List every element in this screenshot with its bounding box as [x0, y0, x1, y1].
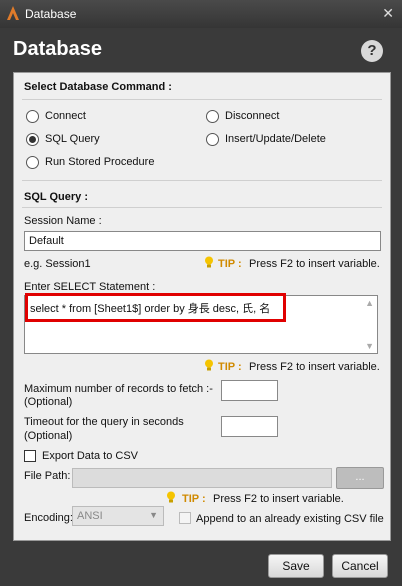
command-section-title: Select Database Command :	[24, 81, 172, 93]
radio-disconnect-label: Disconnect	[225, 110, 280, 122]
export-csv-label: Export Data to CSV	[42, 450, 138, 462]
tip-label: TIP :	[218, 258, 242, 270]
export-csv-checkbox[interactable]	[24, 450, 36, 462]
chevron-down-icon: ▼	[149, 510, 158, 520]
divider	[22, 99, 382, 100]
browse-button[interactable]: ...	[336, 467, 384, 489]
append-csv-checkbox[interactable]	[179, 512, 191, 524]
timeout-label: Timeout for the query in seconds	[24, 416, 184, 428]
lightbulb-icon	[167, 491, 175, 503]
append-csv-label: Append to an already existing CSV file	[196, 513, 384, 525]
max-records-input[interactable]	[221, 380, 278, 401]
title-bar: Database ✕	[0, 0, 402, 29]
tip-label: TIP :	[182, 493, 206, 505]
help-icon[interactable]: ?	[361, 40, 383, 62]
cancel-button[interactable]: Cancel	[332, 554, 388, 578]
lightbulb-icon	[205, 256, 213, 268]
divider	[22, 180, 382, 181]
encoding-select[interactable]: ANSI ▼	[72, 506, 164, 526]
radio-disconnect[interactable]	[206, 110, 219, 123]
tip-text: Press F2 to insert variable.	[213, 493, 344, 505]
encoding-value: ANSI	[77, 510, 103, 522]
highlight-box	[25, 293, 286, 322]
sql-section-title: SQL Query :	[24, 191, 88, 203]
window-title: Database	[25, 7, 77, 21]
radio-run-stored-procedure-label: Run Stored Procedure	[45, 156, 155, 168]
lightbulb-icon	[205, 359, 213, 371]
scroll-down-icon[interactable]: ▼	[365, 341, 374, 351]
tip-text: Press F2 to insert variable.	[249, 361, 380, 373]
max-records-label: Maximum number of records to fetch :-	[24, 383, 213, 395]
save-button[interactable]: Save	[268, 554, 324, 578]
tip-label: TIP :	[218, 361, 242, 373]
timeout-optional: (Optional)	[24, 430, 73, 442]
session-hint: e.g. Session1	[24, 258, 91, 270]
session-name-input[interactable]	[24, 231, 381, 251]
file-path-label: File Path:	[24, 470, 71, 482]
tip-text: Press F2 to insert variable.	[249, 258, 380, 270]
file-path-input[interactable]	[72, 468, 332, 488]
main-panel: Select Database Command : Connect Discon…	[13, 72, 391, 541]
encoding-label: Encoding:	[24, 512, 73, 524]
select-statement-label: Enter SELECT Statement :	[24, 281, 156, 293]
app-logo-icon	[7, 6, 19, 20]
radio-insert-update-delete-label: Insert/Update/Delete	[225, 133, 326, 145]
radio-sql-query-label: SQL Query	[45, 133, 100, 145]
radio-connect[interactable]	[26, 110, 39, 123]
max-records-optional: (Optional)	[24, 396, 73, 408]
divider	[22, 207, 382, 208]
radio-sql-query[interactable]	[26, 133, 39, 146]
scroll-up-icon[interactable]: ▲	[365, 298, 374, 308]
timeout-input[interactable]	[221, 416, 278, 437]
dialog-header: Database ?	[0, 28, 402, 72]
session-name-label: Session Name :	[24, 215, 102, 227]
dialog-heading: Database	[13, 38, 102, 60]
radio-insert-update-delete[interactable]	[206, 133, 219, 146]
close-icon[interactable]: ✕	[382, 5, 394, 22]
radio-run-stored-procedure[interactable]	[26, 156, 39, 169]
radio-connect-label: Connect	[45, 110, 86, 122]
